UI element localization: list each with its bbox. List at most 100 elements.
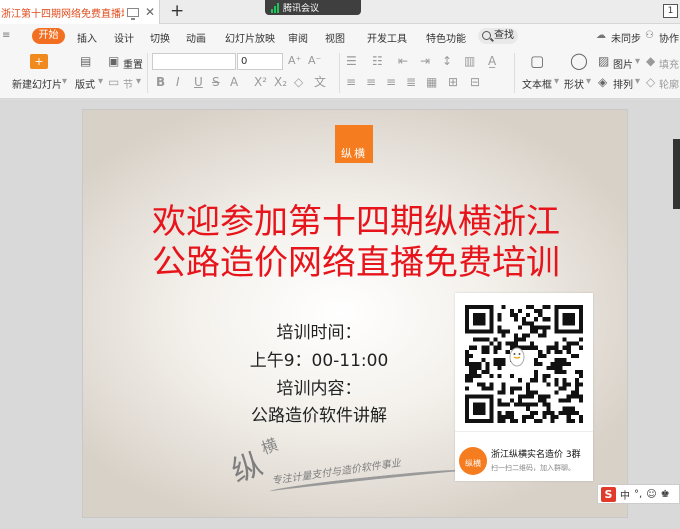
tab-design[interactable]: 设计	[114, 30, 134, 45]
cloud-icon[interactable]: ☁	[596, 30, 606, 41]
collab-button[interactable]: 协作	[659, 30, 679, 45]
text-box-dropdown-icon[interactable]: ▾	[554, 76, 559, 87]
reset-icon[interactable]: ▣	[108, 55, 119, 67]
page-number-badge[interactable]: 1	[663, 4, 678, 18]
ime-toolbar[interactable]: S 中 °, ☺ ♚	[597, 484, 680, 504]
font-size-input[interactable]: 0	[237, 53, 283, 70]
ime-punctuation-toggle[interactable]: °,	[634, 489, 642, 500]
bullet-list-icon[interactable]: ☰	[346, 55, 357, 67]
sogou-ime-icon[interactable]: S	[601, 486, 616, 502]
tab-developer[interactable]: 开发工具	[367, 30, 407, 45]
arrange-icon[interactable]: ◈	[598, 76, 607, 88]
emoji-icon[interactable]: ☺	[646, 489, 656, 500]
fill-icon[interactable]: ◆	[646, 55, 655, 67]
section-icon[interactable]: ▭	[108, 76, 119, 88]
info-line-training-time-label[interactable]: 培训时间：	[199, 318, 439, 343]
vertical-align-icon[interactable]: ⊞	[448, 76, 458, 88]
info-line-training-time[interactable]: 上午9：00-11:00	[199, 346, 439, 371]
group-hint: 扫一扫二维码，加入群聊。	[491, 464, 575, 472]
text-direction-icon[interactable]: A̲	[488, 55, 496, 67]
watermark-char-heng: 横	[258, 434, 281, 459]
qq-penguin-icon	[509, 347, 525, 367]
picture-icon[interactable]: ▨	[598, 55, 609, 67]
tab-insert[interactable]: 插入	[77, 30, 97, 45]
layout-button[interactable]: 版式	[75, 76, 95, 91]
signal-icon	[271, 2, 279, 13]
align-right-icon[interactable]: ≡	[386, 76, 396, 88]
distribute-icon[interactable]: ▦	[426, 76, 437, 88]
tab-transition[interactable]: 切换	[150, 30, 170, 45]
meeting-indicator[interactable]: 腾讯会议	[265, 0, 361, 15]
document-tab-title: 浙江第十四期网络免费直播培训	[1, 8, 124, 20]
arrange-button[interactable]: 排列	[613, 76, 633, 91]
picture-dropdown-icon[interactable]: ▾	[635, 56, 640, 67]
slide-title-line-2[interactable]: 公路造价网络直播免费培训	[83, 243, 627, 283]
strikethrough-icon[interactable]: S	[212, 76, 220, 88]
align-left-icon[interactable]: ≡	[346, 76, 356, 88]
search-icon	[482, 31, 491, 40]
qq-group-qr-card[interactable]: 纵横 浙江纵横实名造价 3群 扫一扫二维码，加入群聊。	[455, 293, 593, 481]
close-icon[interactable]: ✕	[145, 5, 155, 19]
ime-language-toggle[interactable]: 中	[620, 487, 630, 502]
user-icon[interactable]: ⚇	[645, 30, 654, 41]
columns-icon[interactable]: ▥	[464, 55, 475, 67]
ime-skin-icon[interactable]: ♚	[661, 489, 670, 500]
info-line-training-content-label[interactable]: 培训内容：	[199, 374, 439, 399]
new-slide-button[interactable]: 新建幻灯片	[12, 76, 62, 91]
outline-button[interactable]: 轮廓	[659, 76, 679, 91]
reset-button[interactable]: 重置	[123, 56, 143, 71]
right-side-panel[interactable]	[673, 139, 680, 209]
superscript-icon[interactable]: X²	[254, 76, 267, 88]
new-slide-dropdown-icon[interactable]: ▾	[62, 76, 67, 87]
tab-view[interactable]: 视图	[325, 30, 345, 45]
menu-icon[interactable]: ≡	[2, 30, 10, 41]
tab-slideshow[interactable]: 幻灯片放映	[225, 30, 275, 45]
meeting-label: 腾讯会议	[283, 4, 320, 14]
clear-format-icon[interactable]: ◇	[294, 76, 303, 88]
arrange-dropdown-icon[interactable]: ▾	[635, 76, 640, 87]
unsynced-status[interactable]: 未同步	[611, 30, 641, 45]
underline-icon[interactable]: U	[194, 76, 203, 88]
phonetic-icon[interactable]: 文	[314, 76, 326, 88]
font-name-input[interactable]	[152, 53, 236, 70]
monitor-icon[interactable]	[127, 7, 139, 20]
tab-review[interactable]: 审阅	[288, 30, 308, 45]
search-button[interactable]: 查找	[478, 28, 518, 44]
document-tab[interactable]: 浙江第十四期网络免费直播培训 ✕	[0, 0, 160, 24]
justify-icon[interactable]: ≣	[406, 76, 416, 88]
shapes-button[interactable]: 形状	[564, 76, 584, 91]
text-box-icon[interactable]: ▢	[530, 54, 544, 69]
font-shrink-icon[interactable]: A⁻	[308, 55, 321, 66]
line-spacing-icon[interactable]: ↕	[442, 55, 452, 67]
tab-start[interactable]: 开始	[32, 28, 65, 44]
subscript-icon[interactable]: X₂	[274, 76, 287, 88]
section-dropdown-icon[interactable]: ▾	[136, 76, 141, 87]
bold-icon[interactable]: B	[156, 76, 165, 88]
align-center-icon[interactable]: ≡	[366, 76, 376, 88]
tab-features[interactable]: 特色功能	[426, 30, 466, 45]
section-button[interactable]: 节	[123, 76, 133, 91]
tab-bar: 浙江第十四期网络免费直播培训 ✕ + 腾讯会议 1	[0, 0, 680, 24]
italic-icon[interactable]: I	[176, 76, 180, 88]
text-box-button[interactable]: 文本框	[522, 76, 552, 91]
slide-title-line-1[interactable]: 欢迎参加第十四期纵横浙江	[83, 202, 627, 242]
picture-button[interactable]: 图片	[613, 56, 633, 71]
info-line-training-content[interactable]: 公路造价软件讲解	[199, 401, 439, 426]
layout-icon[interactable]: ▤	[80, 55, 91, 67]
outline-icon[interactable]: ◇	[646, 76, 655, 88]
fill-button[interactable]: 填充	[659, 56, 679, 71]
smart-art-icon[interactable]: ⊟	[470, 76, 480, 88]
group-name: 浙江纵横实名造价 3群	[491, 450, 581, 460]
new-tab-button[interactable]: +	[170, 1, 184, 21]
ribbon-toolbar: + 新建幻灯片 ▾ ▤ 版式 ▾ ▣ 重置 ▭ 节 ▾ 0 A⁺ A⁻ B I …	[0, 49, 680, 99]
numbered-list-icon[interactable]: ☷	[372, 55, 383, 67]
font-color-icon[interactable]: A	[230, 76, 238, 88]
indent-increase-icon[interactable]: ⇥	[420, 55, 430, 67]
shapes-icon[interactable]: ◯	[570, 53, 588, 69]
layout-dropdown-icon[interactable]: ▾	[98, 76, 103, 87]
shapes-dropdown-icon[interactable]: ▾	[586, 76, 591, 87]
font-grow-icon[interactable]: A⁺	[288, 55, 301, 66]
tab-animation[interactable]: 动画	[186, 30, 206, 45]
new-slide-icon[interactable]: +	[30, 54, 48, 69]
indent-decrease-icon[interactable]: ⇤	[398, 55, 408, 67]
